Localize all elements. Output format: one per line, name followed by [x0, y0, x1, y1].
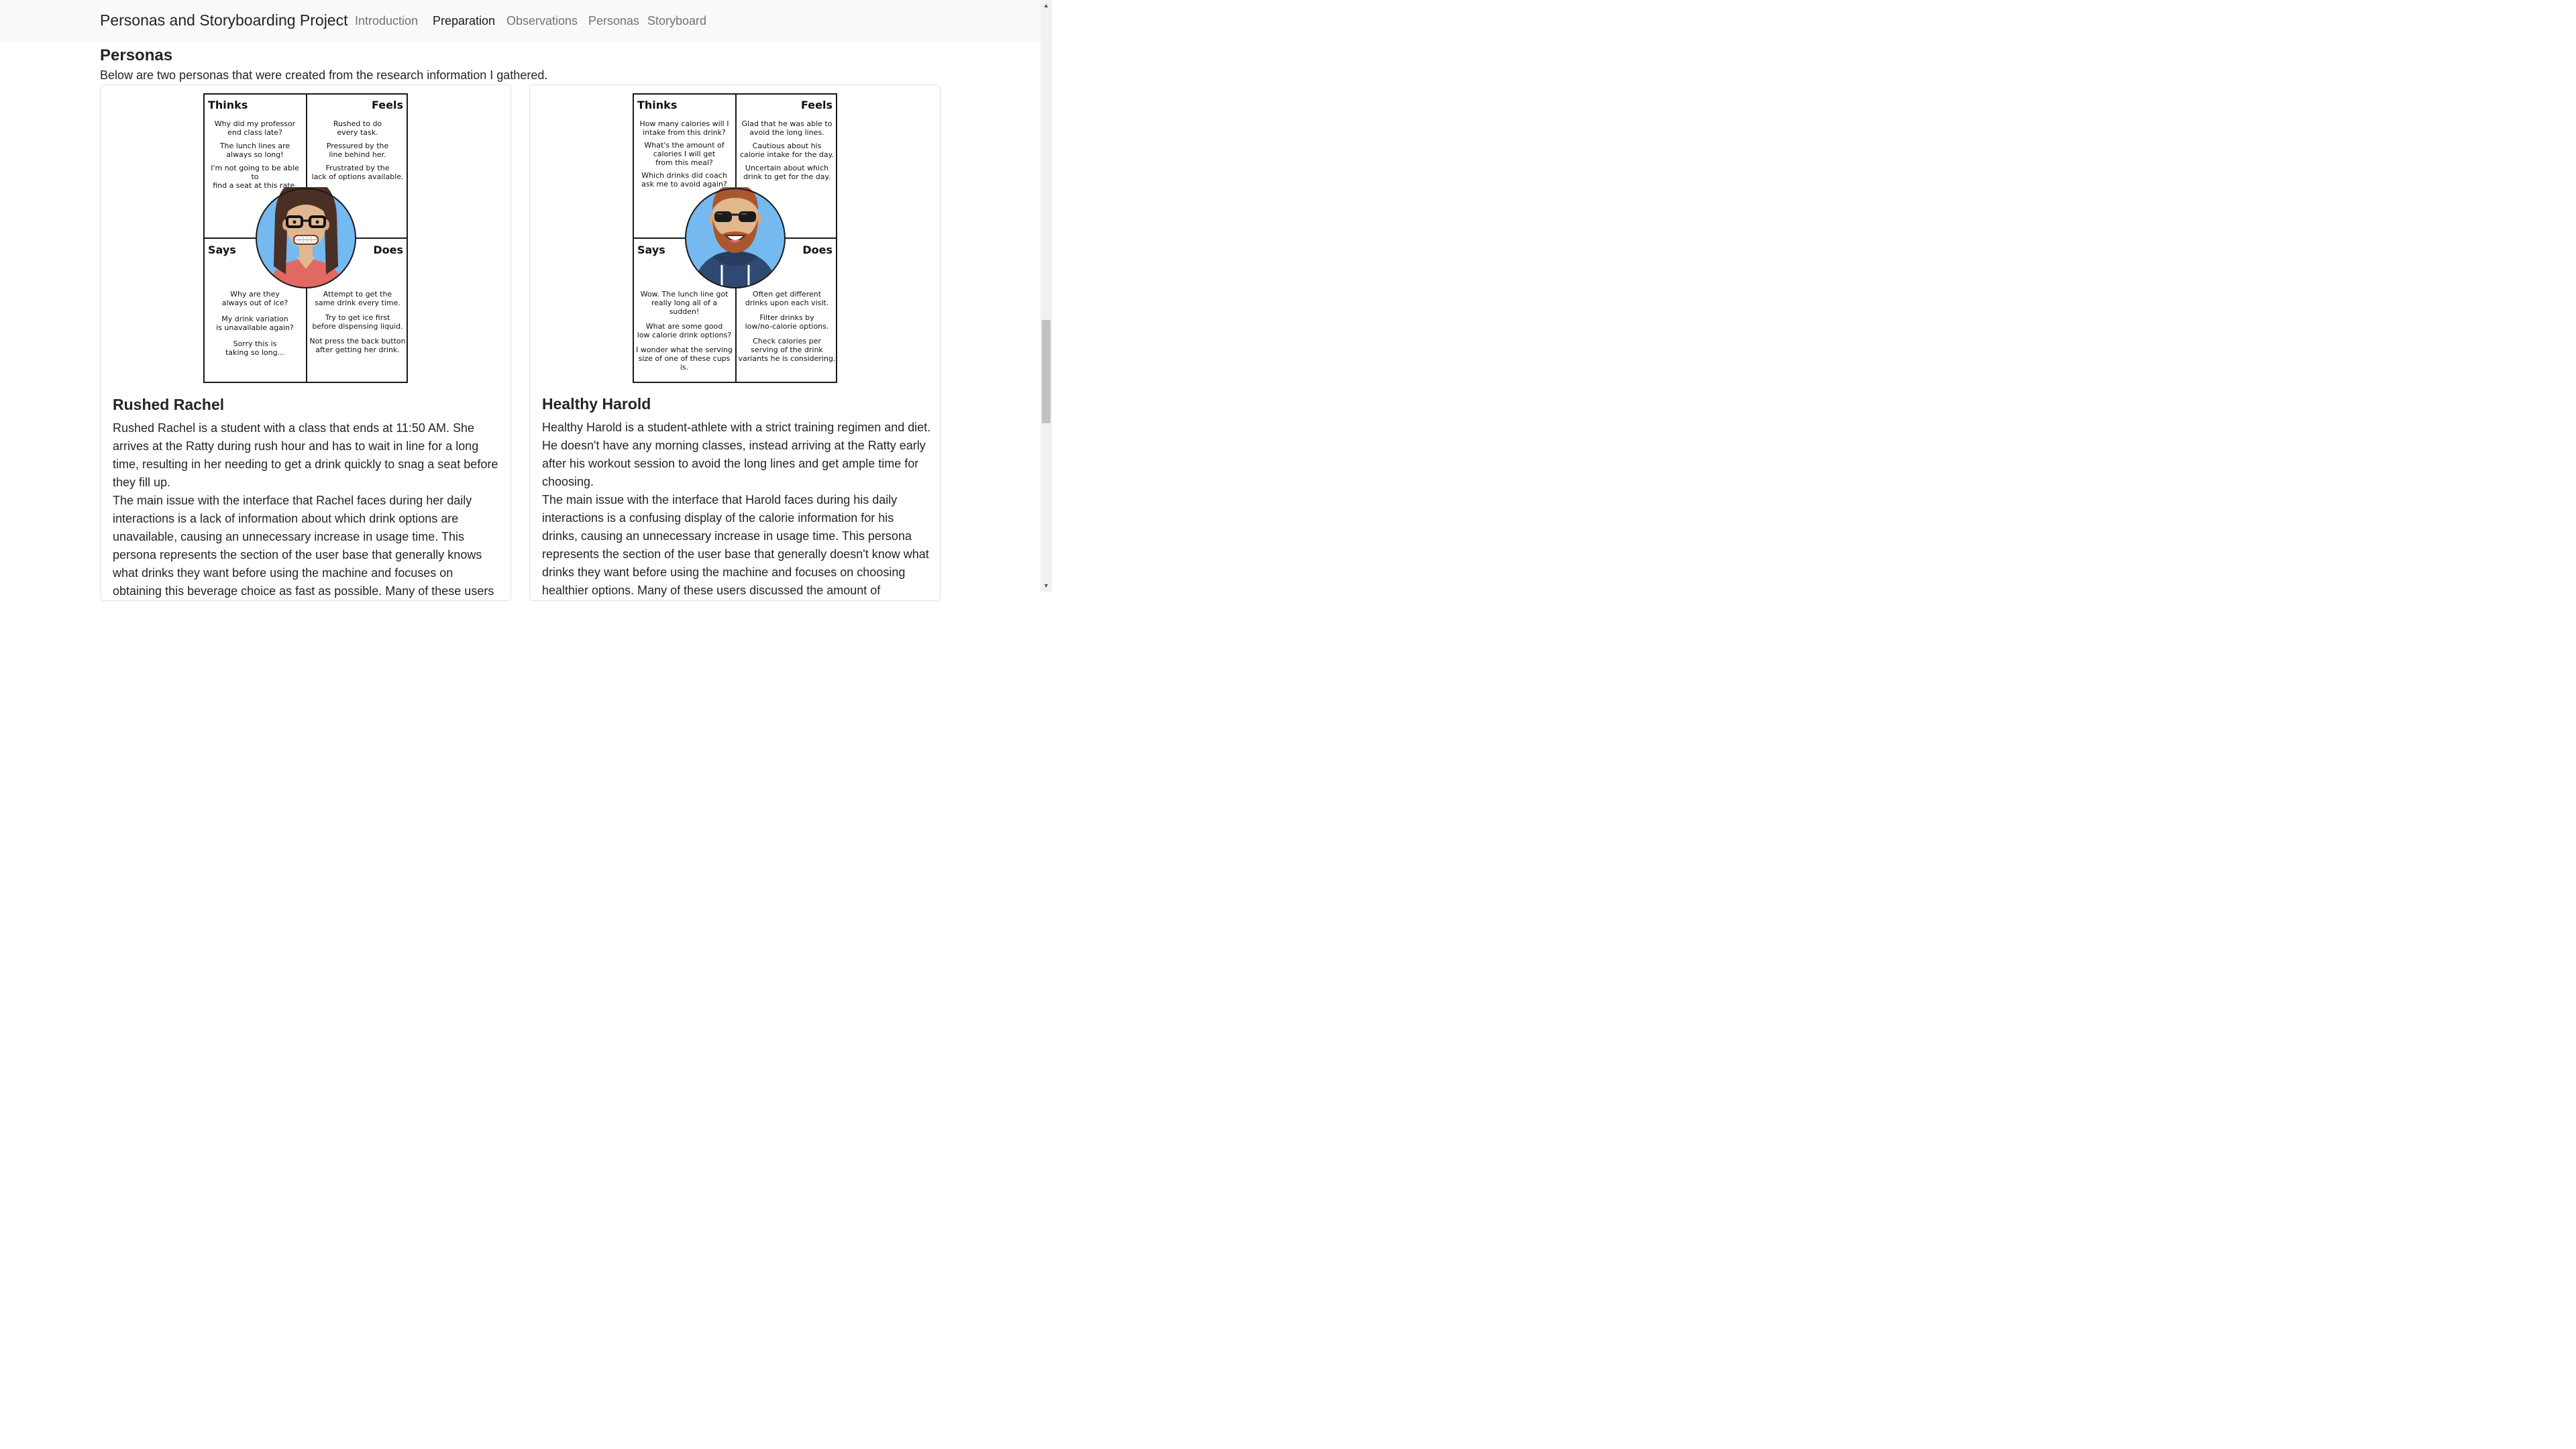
feels-label: Feels — [372, 99, 403, 111]
says-text: Wow. The lunch line got really long all … — [636, 290, 733, 372]
harold-avatar — [685, 187, 786, 288]
nav-link-introduction[interactable]: Introduction — [355, 14, 418, 28]
thinks-text: How many calories will I intake from thi… — [639, 119, 729, 189]
empathy-map: Thinks Feels Says Does How many calories… — [633, 93, 837, 383]
page-scrollbar[interactable]: ▲ ▼ — [1040, 0, 1052, 592]
persona-paragraph: The main issue with the interface that H… — [542, 493, 929, 597]
persona-paragraph: The main issue with the interface that R… — [113, 494, 494, 598]
persona-paragraph: Rushed Rachel is a student with a class … — [113, 421, 498, 489]
scroll-thumb[interactable] — [1042, 320, 1051, 423]
feels-text: Rushed to do every task. Pressured by th… — [311, 119, 404, 181]
does-label: Does — [802, 244, 833, 256]
persona-card-harold: Thinks Feels Says Does How many calories… — [529, 85, 941, 601]
scroll-down-arrow-icon[interactable]: ▼ — [1040, 580, 1052, 592]
nav-link-storyboard[interactable]: Storyboard — [647, 14, 706, 28]
persona-paragraph: Healthy Harold is a student-athlete with… — [542, 421, 931, 488]
persona-description: Healthy Harold is a student-athlete with… — [542, 419, 931, 600]
nav-link-observations[interactable]: Observations — [506, 14, 578, 28]
empathy-map: Thinks Feels Says Does Why did my profes… — [203, 93, 408, 383]
section-title: Personas — [100, 46, 173, 64]
persona-name: Healthy Harold — [542, 395, 651, 413]
feels-label: Feels — [801, 99, 833, 111]
thinks-text: Why did my professor end class late? The… — [211, 119, 299, 190]
navbar: Personas and Storyboarding Project Intro… — [0, 0, 1040, 42]
nav-link-preparation[interactable]: Preparation — [433, 14, 495, 28]
thinks-label: Thinks — [637, 99, 678, 111]
does-text: Often get different drinks upon each vis… — [738, 290, 836, 363]
does-label: Does — [373, 244, 403, 256]
persona-description: Rushed Rachel is a student with a class … — [113, 419, 502, 600]
nav-link-personas[interactable]: Personas — [588, 14, 639, 28]
says-text: Why are they always out of ice? My drink… — [216, 290, 294, 357]
says-label: Says — [208, 244, 236, 256]
scroll-up-arrow-icon[interactable]: ▲ — [1040, 0, 1052, 11]
says-label: Says — [637, 244, 665, 256]
section-intro: Below are two personas that were created… — [100, 68, 548, 82]
feels-text: Glad that he was able to avoid the long … — [739, 119, 835, 181]
does-text: Attempt to get the same drink every time… — [309, 290, 406, 354]
rachel-avatar — [256, 187, 356, 288]
persona-card-rachel: Thinks Feels Says Does Why did my profes… — [100, 85, 511, 601]
thinks-label: Thinks — [208, 99, 248, 111]
persona-name: Rushed Rachel — [113, 396, 225, 413]
navbar-brand[interactable]: Personas and Storyboarding Project — [100, 11, 348, 30]
